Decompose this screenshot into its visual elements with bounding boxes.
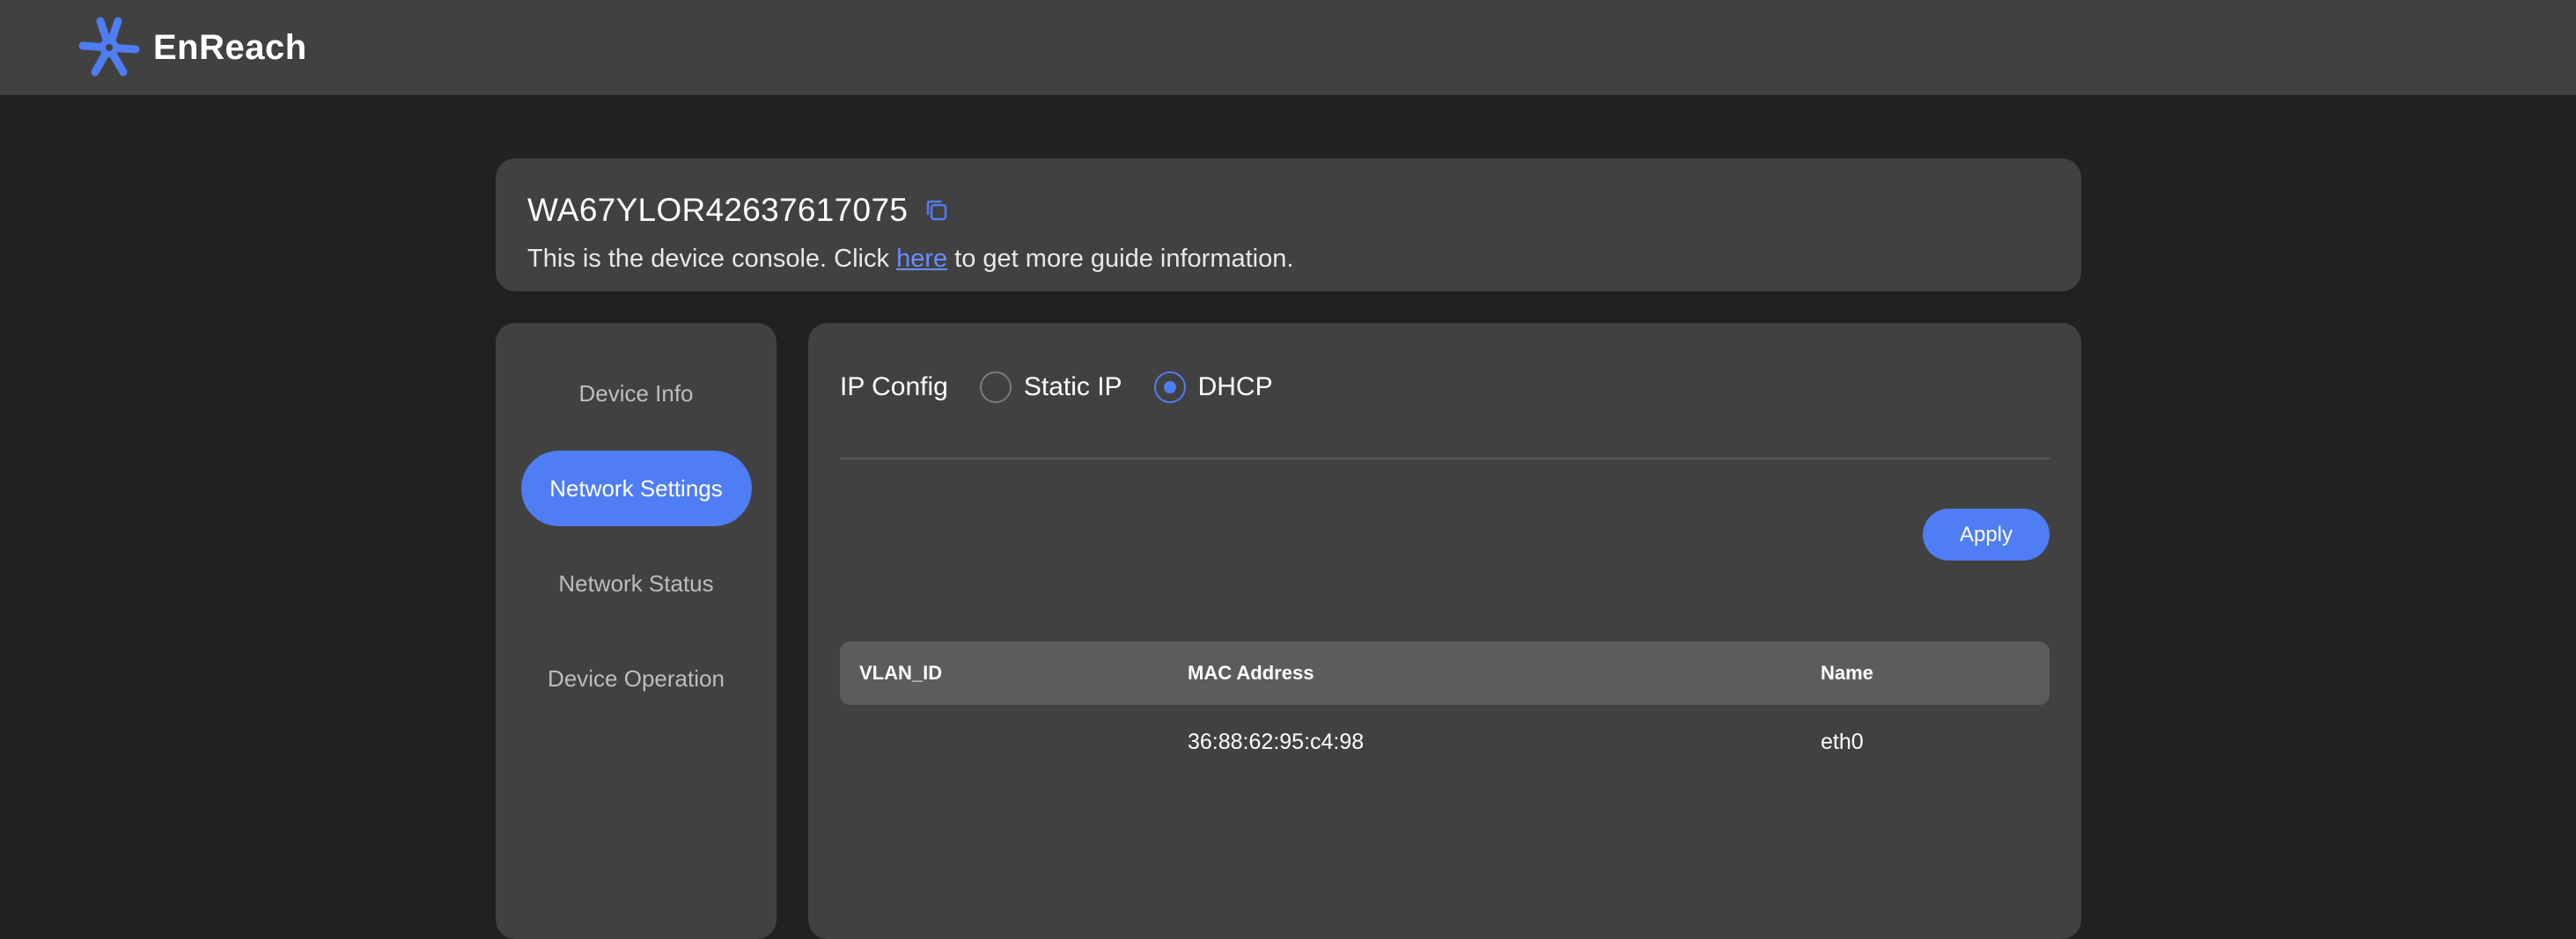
column-header-vlan-id: VLAN_ID <box>859 662 943 684</box>
sidebar-item-device-info[interactable]: Device Info <box>521 356 752 431</box>
table-header: VLAN_ID MAC Address Name <box>840 642 2050 705</box>
dhcp-option[interactable]: DHCP <box>1153 370 1273 403</box>
sidebar-item-network-status[interactable]: Network Status <box>521 546 752 621</box>
sidebar-item-device-operation[interactable]: Device Operation <box>521 641 752 716</box>
ip-config-row: IP Config Static IP DHCP <box>840 323 2050 459</box>
sidebar: Device Info Network Settings Network Sta… <box>496 323 776 939</box>
cell-name: eth0 <box>1821 729 1864 754</box>
sidebar-item-network-settings[interactable]: Network Settings <box>520 451 752 526</box>
copy-icon[interactable] <box>924 197 950 224</box>
guide-link[interactable]: here <box>896 245 947 273</box>
desc-prefix: This is the device console. Click <box>527 245 897 273</box>
dhcp-radio[interactable] <box>1153 370 1186 403</box>
column-header-mac-address: MAC Address <box>1188 662 1314 684</box>
device-header-card: WA67YLOR42637617075 This is the device c… <box>496 158 2081 291</box>
device-id: WA67YLOR42637617075 <box>527 192 909 228</box>
table-row: 36:88:62:95:c4:98 eth0 <box>840 705 2050 779</box>
brand-name: EnReach <box>153 27 307 67</box>
enreach-logo-icon <box>78 17 140 77</box>
apply-row: Apply <box>840 509 2050 561</box>
brand-logo[interactable]: EnReach <box>77 16 307 79</box>
device-console-description: This is the device console. Click here t… <box>527 245 2050 274</box>
top-bar: EnReach <box>0 0 2576 95</box>
static-ip-option[interactable]: Static IP <box>979 370 1122 403</box>
ip-config-label: IP Config <box>840 371 948 401</box>
static-ip-label: Static IP <box>1023 371 1122 401</box>
apply-button[interactable]: Apply <box>1923 509 2050 561</box>
column-header-name: Name <box>1821 662 1873 684</box>
interfaces-table: VLAN_ID MAC Address Name 36:88:62:95:c4:… <box>840 642 2050 779</box>
network-settings-panel: IP Config Static IP DHCP Apply VLAN_ID M… <box>808 323 2081 939</box>
dhcp-label: DHCP <box>1197 371 1273 401</box>
cell-mac-address: 36:88:62:95:c4:98 <box>1188 729 1365 754</box>
device-id-row: WA67YLOR42637617075 <box>527 192 2050 229</box>
desc-suffix: to get more guide information. <box>947 245 1294 273</box>
static-ip-radio[interactable] <box>979 370 1012 403</box>
